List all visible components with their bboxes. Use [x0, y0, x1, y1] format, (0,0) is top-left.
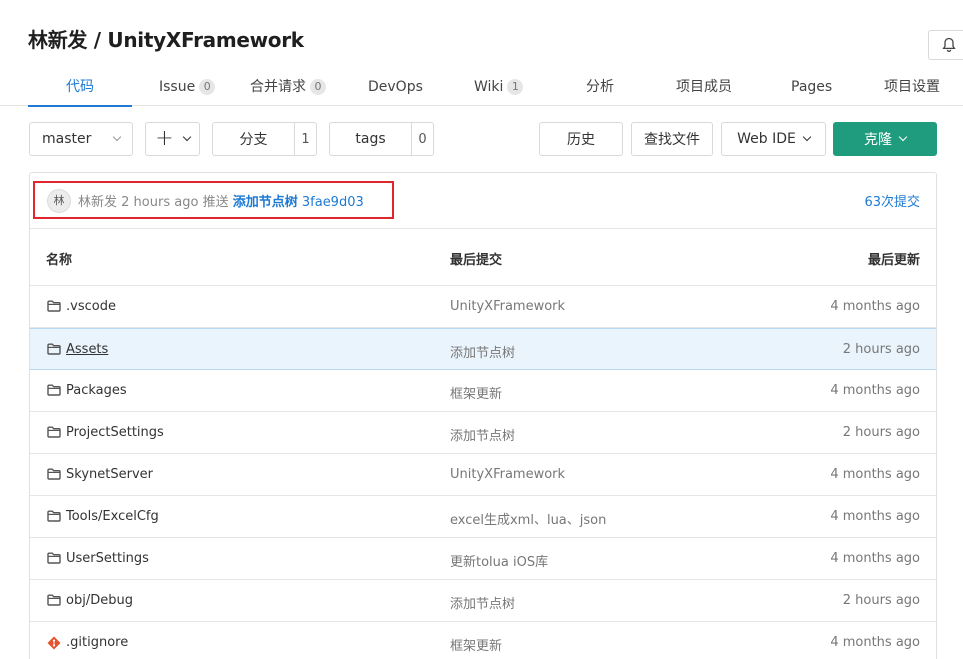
table-row[interactable]: Assets 添加节点树 2 hours ago	[30, 328, 936, 370]
updated-time: 4 months ago	[830, 383, 920, 398]
file-name-link[interactable]: Packages	[66, 383, 127, 398]
table-row[interactable]: obj/Debug 添加节点树 2 hours ago	[30, 580, 936, 622]
tags-label: tags	[355, 131, 386, 147]
table-row[interactable]: UserSettings 更新tolua iOS库 4 months ago	[30, 538, 936, 580]
folder-icon	[47, 552, 61, 568]
last-commit-bar: 林 林新发 2 hours ago 推送 添加节点树 3fae9d03 63次提…	[30, 173, 936, 229]
file-name-link[interactable]: ProjectSettings	[66, 425, 164, 440]
last-commit-info: 林新发 2 hours ago 推送 添加节点树 3fae9d03	[78, 191, 364, 210]
page-title: 林新发 / UnityXFramework	[28, 28, 304, 52]
chevron-down-icon	[182, 132, 191, 142]
column-name: 名称	[46, 253, 73, 268]
updated-time: 4 months ago	[830, 635, 920, 650]
table-row[interactable]: Tools/ExcelCfg excel生成xml、lua、json 4 month…	[30, 496, 936, 538]
git-file-icon	[47, 636, 61, 654]
folder-icon	[47, 594, 61, 610]
commit-action: 推送	[202, 195, 229, 210]
tab-issue[interactable]: Issue 0	[159, 68, 216, 106]
commit-count-link[interactable]: 63次提交	[864, 191, 920, 210]
column-last-updated: 最后更新	[867, 253, 920, 268]
avatar: 林	[47, 189, 71, 213]
commit-message-link[interactable]: 框架更新	[450, 635, 502, 654]
table-row[interactable]: ProjectSettings 添加节点树 2 hours ago	[30, 412, 936, 454]
table-row[interactable]: SkynetServer UnityXFramework 4 months ago	[30, 454, 936, 496]
file-name-link[interactable]: .gitignore	[66, 635, 128, 650]
branch-select-value: master	[42, 131, 92, 147]
commit-message-link[interactable]: 更新tolua iOS库	[450, 551, 548, 570]
folder-icon	[47, 510, 61, 526]
column-last-commit: 最后提交	[450, 253, 503, 268]
tab-analytics[interactable]: 分析	[586, 68, 614, 106]
commit-message-link[interactable]: 添加节点树	[233, 195, 298, 210]
chevron-down-icon	[898, 132, 908, 142]
notifications-button[interactable]	[928, 30, 963, 60]
clone-label: 克隆	[864, 132, 892, 148]
table-row[interactable]: Packages 框架更新 4 months ago	[30, 370, 936, 412]
merge-request-count-badge: 0	[310, 79, 326, 95]
commit-message-link[interactable]: 添加节点树	[450, 342, 515, 361]
file-name-link[interactable]: Assets	[66, 342, 108, 357]
file-name-link[interactable]: Tools/ExcelCfg	[66, 509, 159, 524]
file-name-link[interactable]: obj/Debug	[66, 593, 133, 608]
file-name-link[interactable]: .vscode	[66, 299, 116, 314]
tags-count: 0	[411, 123, 433, 155]
folder-icon	[47, 384, 61, 400]
web-ide-button[interactable]: Web IDE	[721, 122, 826, 156]
commit-sha-link[interactable]: 3fae9d03	[302, 195, 364, 210]
tab-pages[interactable]: Pages	[791, 68, 832, 106]
commit-message-link[interactable]: 框架更新	[450, 383, 502, 402]
commit-message-link[interactable]: excel生成xml、lua、json	[450, 509, 606, 528]
history-button[interactable]: 历史	[539, 122, 623, 156]
updated-time: 4 months ago	[830, 467, 920, 482]
folder-icon	[47, 300, 61, 316]
find-file-button[interactable]: 查找文件	[631, 122, 713, 156]
table-header: 名称 最后提交 最后更新	[30, 229, 936, 286]
chevron-down-icon	[802, 132, 812, 142]
branches-label: 分支	[239, 132, 268, 148]
updated-time: 4 months ago	[830, 299, 920, 314]
branch-select[interactable]: master	[29, 122, 133, 156]
table-row[interactable]: .vscode UnityXFramework 4 months ago	[30, 286, 936, 328]
tab-devops[interactable]: DevOps	[368, 68, 423, 106]
folder-icon	[47, 468, 61, 484]
web-ide-label: Web IDE	[737, 131, 796, 147]
tab-members[interactable]: 项目成员	[676, 68, 732, 106]
updated-time: 2 hours ago	[842, 425, 920, 440]
branches-button[interactable]: 分支 1	[212, 122, 317, 156]
commit-time: 2 hours ago	[121, 195, 199, 210]
commit-message-link[interactable]: UnityXFramework	[450, 299, 565, 314]
commit-message-link[interactable]: 添加节点树	[450, 593, 515, 612]
tags-button[interactable]: tags 0	[329, 122, 434, 156]
chevron-down-icon	[112, 132, 122, 142]
wiki-count-badge: 1	[507, 79, 524, 95]
folder-icon	[47, 343, 61, 359]
branches-count: 1	[294, 123, 316, 155]
tab-merge-requests[interactable]: 合并请求 0	[250, 68, 326, 106]
add-dropdown-button[interactable]: +	[145, 122, 200, 156]
bell-icon	[941, 37, 956, 52]
commit-message-link[interactable]: 添加节点树	[450, 425, 515, 444]
plus-icon: +	[155, 126, 174, 151]
commit-message-link[interactable]: UnityXFramework	[450, 467, 565, 482]
issue-count-badge: 0	[199, 79, 216, 95]
updated-time: 4 months ago	[830, 509, 920, 524]
tab-settings[interactable]: 项目设置	[884, 68, 940, 106]
updated-time: 4 months ago	[830, 551, 920, 566]
table-row[interactable]: .gitignore 框架更新 4 months ago	[30, 622, 936, 659]
clone-button[interactable]: 克隆	[833, 122, 937, 156]
file-name-link[interactable]: UserSettings	[66, 551, 149, 566]
folder-icon	[47, 426, 61, 442]
updated-time: 2 hours ago	[842, 593, 920, 608]
tab-wiki[interactable]: Wiki 1	[474, 68, 524, 106]
file-name-link[interactable]: SkynetServer	[66, 467, 153, 482]
project-nav-tabs: 代码 Issue 0 合并请求 0 DevOps Wiki 1 分析 项目成员 Pag…	[0, 68, 963, 107]
updated-time: 2 hours ago	[842, 342, 920, 357]
commit-author[interactable]: 林新发	[78, 195, 117, 210]
file-browser-panel: 林 林新发 2 hours ago 推送 添加节点树 3fae9d03 63次提…	[29, 172, 937, 659]
tab-code[interactable]: 代码	[28, 68, 132, 107]
